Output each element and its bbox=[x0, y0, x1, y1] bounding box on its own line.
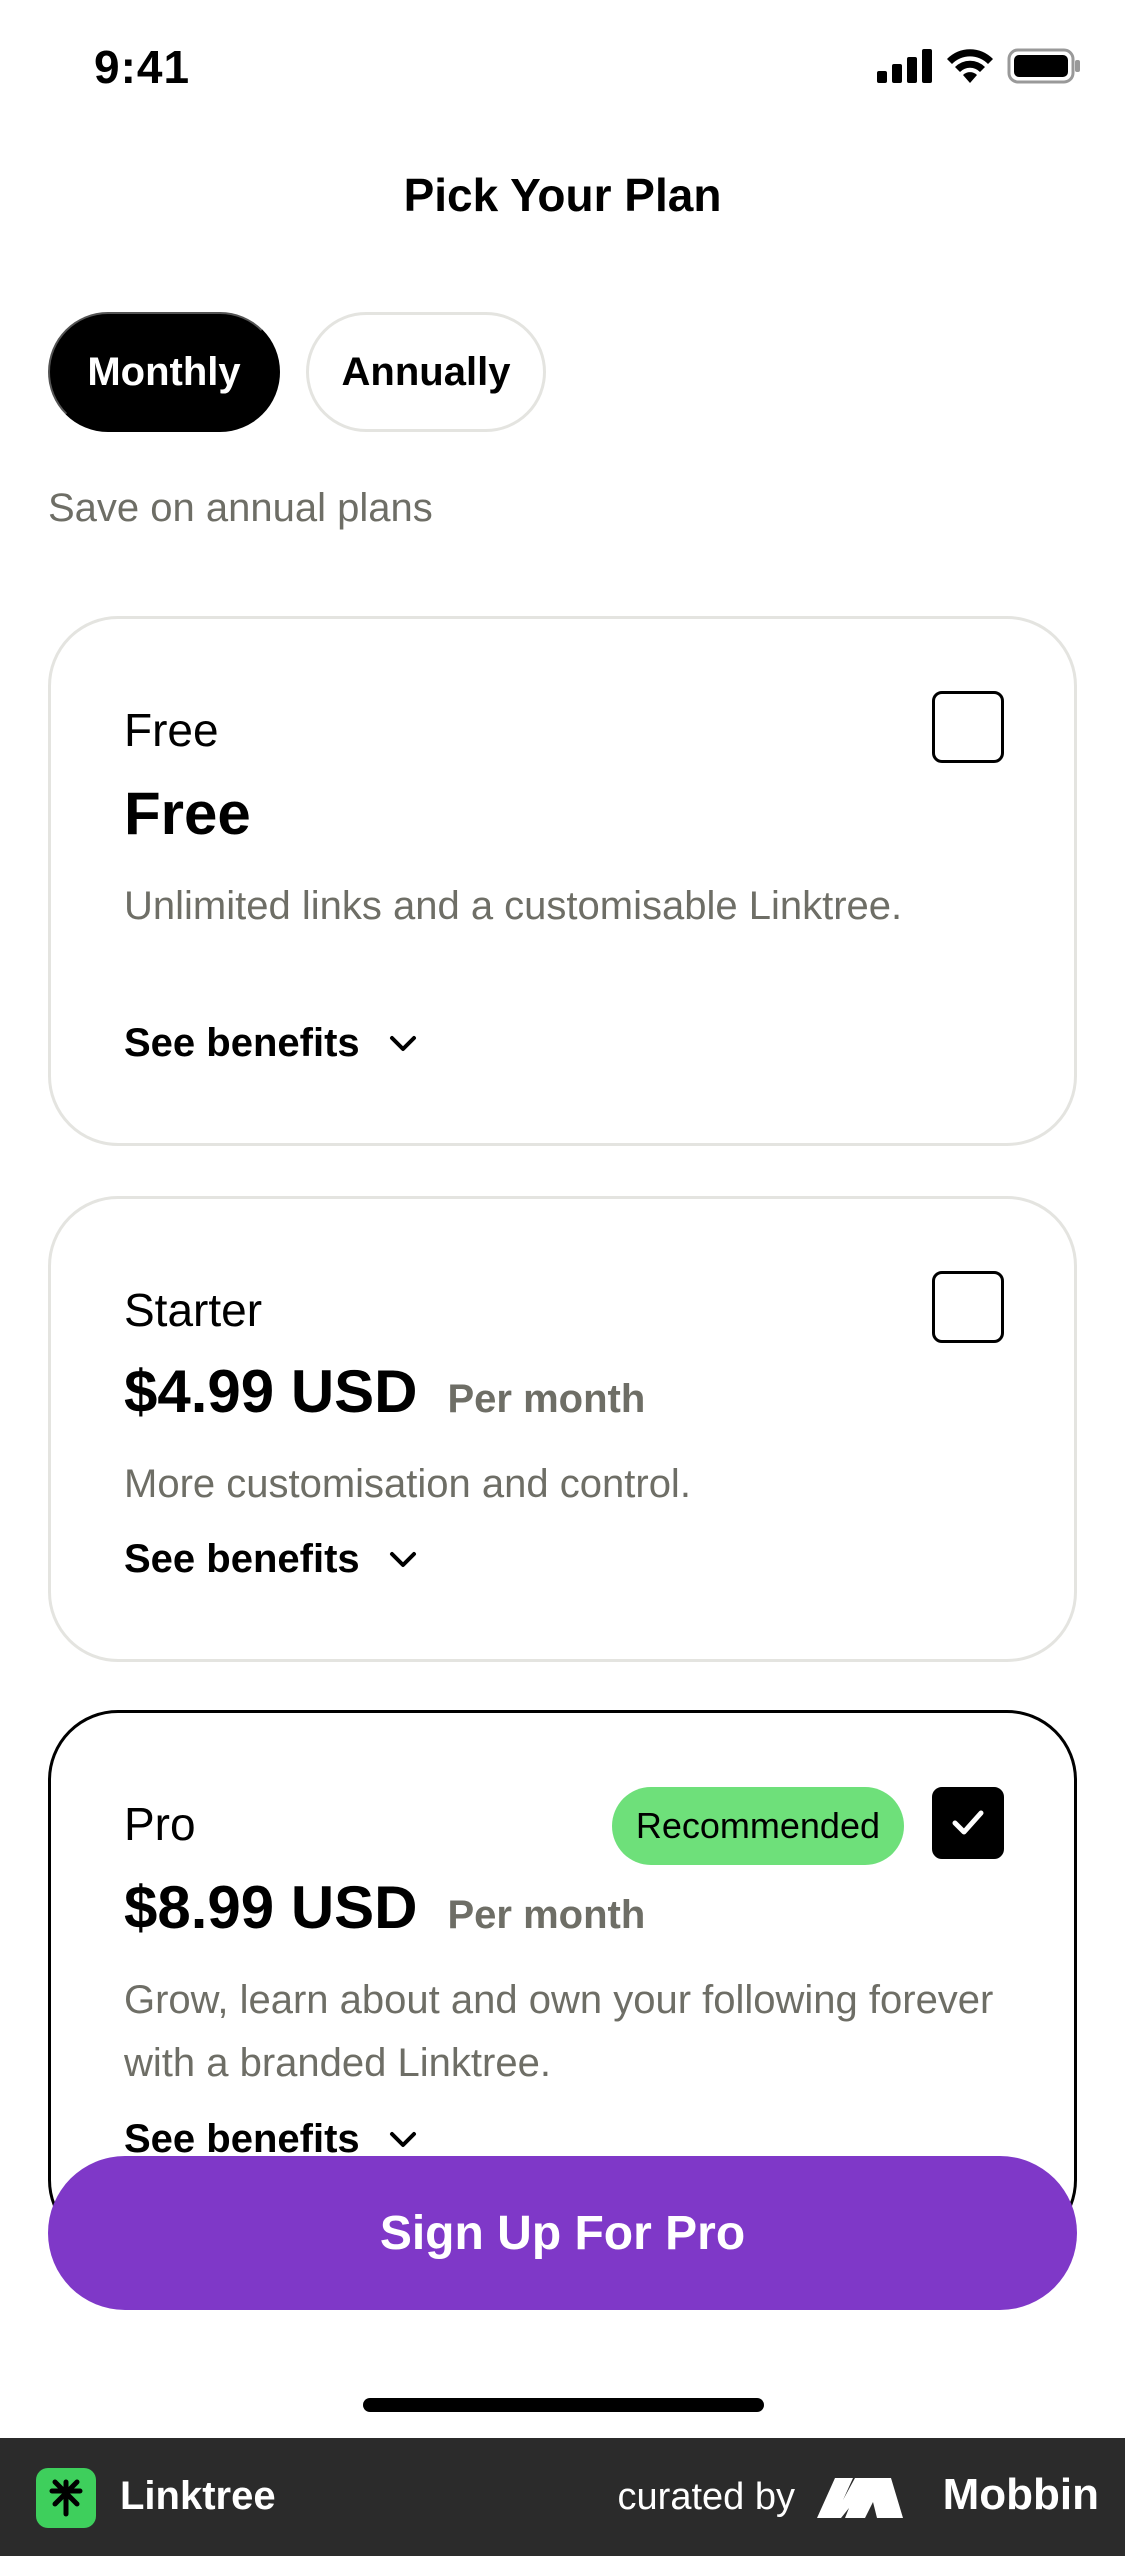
plan-checkbox-free[interactable] bbox=[932, 691, 1004, 763]
chevron-down-icon bbox=[389, 1551, 416, 1567]
linktree-logo-icon bbox=[36, 2468, 96, 2528]
price-amount: $8.99 USD bbox=[124, 1874, 418, 1941]
see-benefits-label: See benefits bbox=[124, 1537, 360, 1581]
cellular-signal-icon bbox=[877, 49, 932, 83]
plan-card-free[interactable]: Free Free Unlimited links and a customis… bbox=[48, 616, 1077, 1146]
wifi-icon bbox=[947, 49, 993, 83]
plan-checkbox-pro[interactable] bbox=[932, 1787, 1004, 1859]
price-period: Per month bbox=[447, 1377, 646, 1421]
plan-price: Free bbox=[124, 779, 251, 848]
battery-icon bbox=[1007, 48, 1080, 84]
plan-name: Free bbox=[124, 704, 219, 756]
see-benefits-link[interactable]: See benefits bbox=[124, 1021, 418, 1066]
billing-toggle: Monthly Annually bbox=[48, 312, 546, 432]
plan-name: Pro bbox=[124, 1798, 196, 1850]
plan-name: Starter bbox=[124, 1284, 263, 1336]
footer-app-name: Linktree bbox=[120, 2474, 276, 2518]
plan-card-starter[interactable]: Starter $4.99 USD Per month More customi… bbox=[48, 1196, 1077, 1662]
plan-price: $4.99 USD Per month bbox=[124, 1357, 645, 1426]
recommended-badge: Recommended bbox=[611, 1787, 904, 1865]
monthly-toggle-button[interactable]: Monthly bbox=[48, 312, 280, 432]
status-icons bbox=[877, 48, 1081, 84]
plan-description: More customisation and control. bbox=[124, 1462, 691, 1506]
save-note: Save on annual plans bbox=[48, 486, 433, 530]
footer-brand: Mobbin bbox=[942, 2470, 1099, 2519]
status-time: 9:41 bbox=[94, 41, 191, 93]
status-bar: 9:41 bbox=[0, 0, 1125, 140]
chevron-down-icon bbox=[389, 1035, 416, 1051]
home-indicator bbox=[363, 2398, 764, 2412]
page-title: Pick Your Plan bbox=[403, 169, 722, 221]
price-amount: Free bbox=[124, 780, 251, 847]
plan-checkbox-starter[interactable] bbox=[932, 1271, 1004, 1343]
price-period: Per month bbox=[447, 1893, 646, 1937]
chevron-down-icon bbox=[389, 2131, 416, 2147]
plan-description: Unlimited links and a customisable Linkt… bbox=[124, 884, 903, 928]
plan-description: Grow, learn about and own your following… bbox=[124, 1978, 994, 2085]
footer-curated-by: curated by bbox=[617, 2476, 795, 2518]
plan-price: $8.99 USD Per month bbox=[124, 1873, 645, 1942]
see-benefits-link[interactable]: See benefits bbox=[124, 1537, 418, 1582]
price-amount: $4.99 USD bbox=[124, 1358, 418, 1425]
see-benefits-label: See benefits bbox=[124, 1021, 360, 1065]
annually-toggle-button[interactable]: Annually bbox=[306, 312, 546, 432]
footer-bar: Linktree curated by Mobbin bbox=[0, 2438, 1125, 2556]
mobbin-logo-icon bbox=[817, 2478, 903, 2518]
checkmark-icon bbox=[952, 1810, 984, 1835]
sign-up-button[interactable]: Sign Up For Pro bbox=[48, 2156, 1077, 2310]
